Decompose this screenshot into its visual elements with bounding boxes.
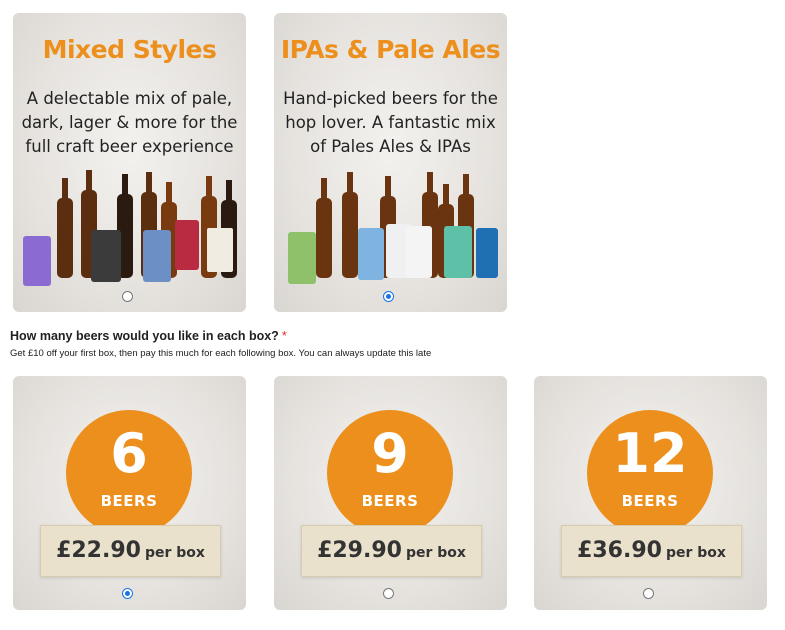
price-tag: £36.90 per box xyxy=(561,525,742,577)
style-title: IPAs & Pale Ales xyxy=(280,35,501,64)
style-radio[interactable] xyxy=(122,291,133,302)
size-radio[interactable] xyxy=(122,588,133,599)
required-asterisk: * xyxy=(281,329,287,343)
size-card-6[interactable]: 6 BEERS £22.90 per box xyxy=(13,376,246,610)
style-description-line: Hand-picked beers for the xyxy=(283,89,498,108)
size-card-9[interactable]: 9 BEERS £29.90 per box xyxy=(274,376,507,610)
price-amount: £29.90 xyxy=(317,538,402,563)
size-card-12[interactable]: 12 BEERS £36.90 per box xyxy=(534,376,767,610)
beer-count-badge: 9 BEERS xyxy=(327,410,453,536)
style-title: Mixed Styles xyxy=(42,35,217,64)
price-per-box: per box xyxy=(665,545,726,561)
beer-count-badge: 12 BEERS xyxy=(587,410,713,536)
question-text: How many beers would you like in each bo… xyxy=(10,329,279,343)
beer-bottles-image xyxy=(288,172,498,284)
style-description-line: dark, lager & more for the xyxy=(21,113,238,132)
price-amount: £22.90 xyxy=(56,538,141,563)
style-description: Hand-picked beers for the hop lover. A f… xyxy=(282,87,499,159)
price-per-box: per box xyxy=(405,545,466,561)
price-tag: £29.90 per box xyxy=(301,525,482,577)
style-card-mixed[interactable]: Mixed Styles A delectable mix of pale, d… xyxy=(13,13,246,312)
size-radio[interactable] xyxy=(643,588,654,599)
beer-count-unit: BEERS xyxy=(100,492,158,510)
price-amount: £36.90 xyxy=(577,538,662,563)
style-description: A delectable mix of pale, dark, lager & … xyxy=(21,87,238,159)
beer-bottles-image xyxy=(23,170,237,286)
beer-count: 12 xyxy=(612,422,688,485)
style-description-line: A delectable mix of pale, xyxy=(26,89,233,108)
price-tag: £22.90 per box xyxy=(40,525,221,577)
style-description-line: of Pales Ales & IPAs xyxy=(310,137,471,156)
beer-count-unit: BEERS xyxy=(621,492,679,510)
beer-count: 6 xyxy=(110,422,148,485)
style-radio[interactable] xyxy=(383,291,394,302)
style-description-line: full craft beer experience xyxy=(25,137,234,156)
price-per-box: per box xyxy=(144,545,205,561)
size-radio[interactable] xyxy=(383,588,394,599)
beer-count-badge: 6 BEERS xyxy=(66,410,192,536)
beer-count: 9 xyxy=(371,422,409,485)
style-card-ipas[interactable]: IPAs & Pale Ales Hand-picked beers for t… xyxy=(274,13,507,312)
question-hint: Get £10 off your first box, then pay thi… xyxy=(10,348,432,359)
style-description-line: hop lover. A fantastic mix xyxy=(285,113,496,132)
beer-count-unit: BEERS xyxy=(361,492,419,510)
question-title: How many beers would you like in each bo… xyxy=(10,329,287,343)
